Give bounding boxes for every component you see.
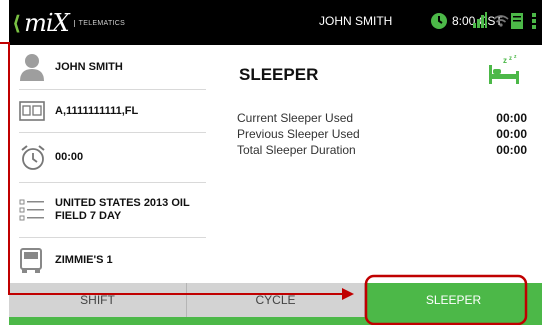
vehicle-row: ZIMMIE'S 1 (19, 238, 206, 283)
metric-label: Current Sleeper Used (237, 111, 354, 125)
checklist-icon (19, 199, 44, 221)
metric-current-sleeper: Current Sleeper Used 00:00 (237, 111, 527, 125)
bed-sleep-icon: z z z (489, 55, 519, 84)
metric-total-sleeper: Total Sleeper Duration 00:00 (237, 143, 527, 157)
signal-icon (473, 12, 487, 28)
brand-name: miX (24, 9, 70, 37)
svg-text:z: z (514, 55, 517, 60)
tab-shift[interactable]: SHIFT (9, 283, 187, 317)
metric-value: 00:00 (496, 127, 527, 141)
tab-sleeper[interactable]: SLEEPER (365, 283, 542, 317)
vehicle-name: ZIMMIE'S 1 (55, 254, 113, 266)
timer-value: 00:00 (55, 151, 84, 163)
wifi-icon (493, 15, 509, 27)
topbar-user-name: JOHN SMITH (319, 14, 393, 28)
ruleset-row: UNITED STATES 2013 OIL FIELD 7 DAY (19, 183, 206, 238)
timer-row: 00:00 (19, 133, 206, 183)
overflow-menu-icon[interactable] (531, 13, 537, 29)
driver-name: JOHN SMITH (55, 60, 123, 73)
driver-info-panel: JOHN SMITH A,1111111111,FL 00:00 UNITED … (9, 45, 206, 283)
metric-previous-sleeper: Previous Sleeper Used 00:00 (237, 127, 527, 141)
license-row: A,1111111111,FL (19, 90, 206, 133)
brand-logo: ⟨ miX TELEMATICS (12, 9, 125, 37)
person-icon (20, 54, 44, 81)
device-screen: ⟨ miX TELEMATICS JOHN SMITH 8:00 CST JOH… (9, 0, 542, 325)
ruleset-line-2: FIELD 7 DAY (55, 210, 122, 222)
id-card-icon (19, 101, 45, 121)
metric-value: 00:00 (496, 143, 527, 157)
metric-value: 00:00 (496, 111, 527, 125)
alarm-clock-icon (21, 144, 45, 170)
ruleset-text: UNITED STATES 2013 OIL FIELD 7 DAY (55, 197, 190, 223)
page-title: SLEEPER (239, 65, 319, 84)
metric-label: Previous Sleeper Used (237, 127, 360, 141)
logbook-icon[interactable] (511, 13, 523, 29)
ruleset-line-1: UNITED STATES 2013 OIL (55, 197, 190, 209)
svg-text:z: z (509, 56, 512, 62)
back-chevron-icon[interactable]: ⟨ (12, 11, 21, 35)
clock-status-icon[interactable] (430, 12, 448, 30)
tab-bar: SHIFT CYCLE SLEEPER (9, 283, 542, 317)
license-number: A,1111111111,FL (55, 104, 139, 117)
driver-row: JOHN SMITH (19, 45, 206, 90)
top-bar: ⟨ miX TELEMATICS JOHN SMITH 8:00 CST (9, 0, 542, 45)
truck-icon (20, 247, 42, 273)
metric-label: Total Sleeper Duration (237, 143, 356, 157)
sleeper-panel: SLEEPER z z z Current Sleeper Used 00:00… (229, 45, 542, 283)
brand-subtitle: TELEMATICS (73, 19, 125, 27)
bottom-accent-strip (9, 317, 542, 325)
tab-cycle[interactable]: CYCLE (187, 283, 365, 317)
svg-text:z: z (503, 56, 507, 65)
